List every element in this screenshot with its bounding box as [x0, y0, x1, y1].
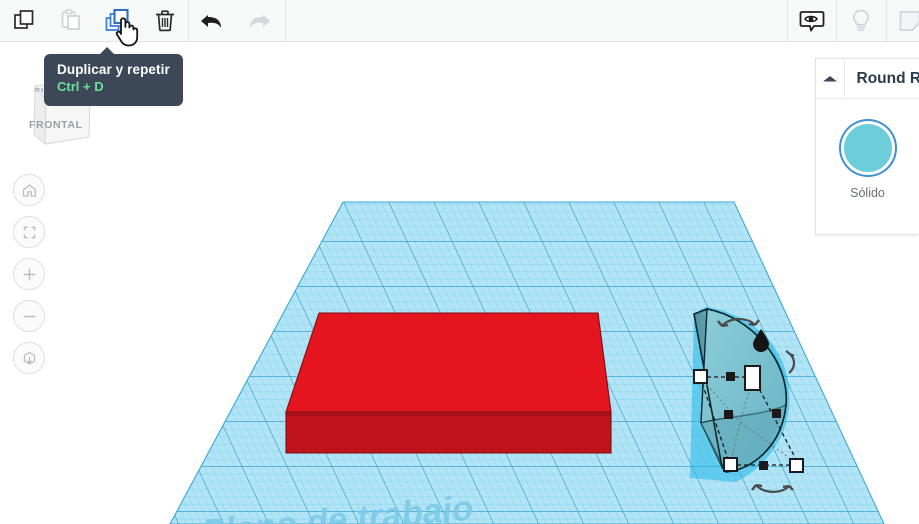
projection-toggle-button[interactable] — [13, 342, 45, 374]
redo-button[interactable] — [235, 0, 282, 41]
zoom-out-button[interactable] — [13, 300, 45, 332]
solid-swatch-group[interactable]: Sólido — [840, 121, 895, 200]
redo-arrow-icon — [249, 14, 270, 28]
corner-handle — [723, 457, 738, 472]
notes-button[interactable] — [886, 0, 919, 41]
plus-icon — [23, 268, 35, 280]
corner-handle — [789, 458, 804, 473]
mouse-cursor — [112, 12, 142, 53]
lightbulb-button[interactable] — [836, 0, 886, 41]
hand-pointer-cursor — [115, 17, 139, 47]
corner-handle — [693, 369, 708, 384]
tinkercad-editor: Plano de trabajo SU FRONTAL Duplicar y r… — [0, 0, 919, 524]
view-comment-button[interactable] — [787, 0, 836, 41]
toolbar-divider — [285, 0, 286, 41]
edit-tools-group — [0, 0, 188, 41]
scene-svg: Plano de trabajo — [169, 201, 885, 524]
viewport-nav-buttons — [13, 174, 47, 384]
collapse-panel-button[interactable] — [816, 59, 845, 98]
fit-frame-icon — [23, 226, 35, 238]
cube-arrow-icon — [23, 351, 35, 365]
copy-button[interactable] — [0, 0, 47, 41]
undo-arrow-icon — [200, 14, 221, 28]
solid-swatch-label: Sólido — [850, 186, 885, 200]
undo-button[interactable] — [188, 0, 235, 41]
copy-icon — [13, 9, 33, 29]
inspector-title: Round Roof — [856, 69, 919, 87]
home-icon — [22, 183, 36, 197]
eye-callout-icon — [799, 10, 824, 31]
paste-icon — [61, 8, 80, 30]
view-tools-group — [787, 0, 919, 41]
history-tools-group — [188, 0, 282, 41]
fit-to-view-button[interactable] — [13, 216, 45, 248]
tooltip-shortcut: Ctrl + D — [57, 79, 104, 94]
chevron-up-icon — [822, 75, 837, 81]
edge-handle — [724, 410, 733, 419]
duplicate-tooltip: Duplicar y repetir Ctrl + D — [44, 47, 183, 106]
zoom-in-button[interactable] — [13, 258, 45, 290]
lightbulb-icon — [852, 9, 870, 31]
edge-handle — [726, 372, 735, 381]
minus-icon — [23, 315, 35, 317]
paste-button[interactable] — [47, 0, 94, 41]
note-shape-icon — [899, 10, 919, 31]
solid-color-swatch[interactable] — [840, 121, 895, 175]
trash-icon — [155, 9, 174, 31]
edge-handle — [759, 461, 768, 470]
inspector-header: Round Roof — [816, 59, 919, 99]
corner-handle — [744, 365, 761, 391]
object-red-box[interactable] — [285, 312, 612, 454]
home-view-button[interactable] — [13, 174, 45, 206]
tooltip-title: Duplicar y repetir — [57, 62, 170, 77]
inspector-body: Sólido — [816, 99, 919, 202]
shape-inspector-panel: Round Roof Sólido — [815, 58, 919, 235]
edge-handle — [772, 409, 781, 418]
3d-viewport[interactable]: Plano de trabajo — [0, 42, 919, 524]
delete-button[interactable] — [141, 0, 188, 41]
